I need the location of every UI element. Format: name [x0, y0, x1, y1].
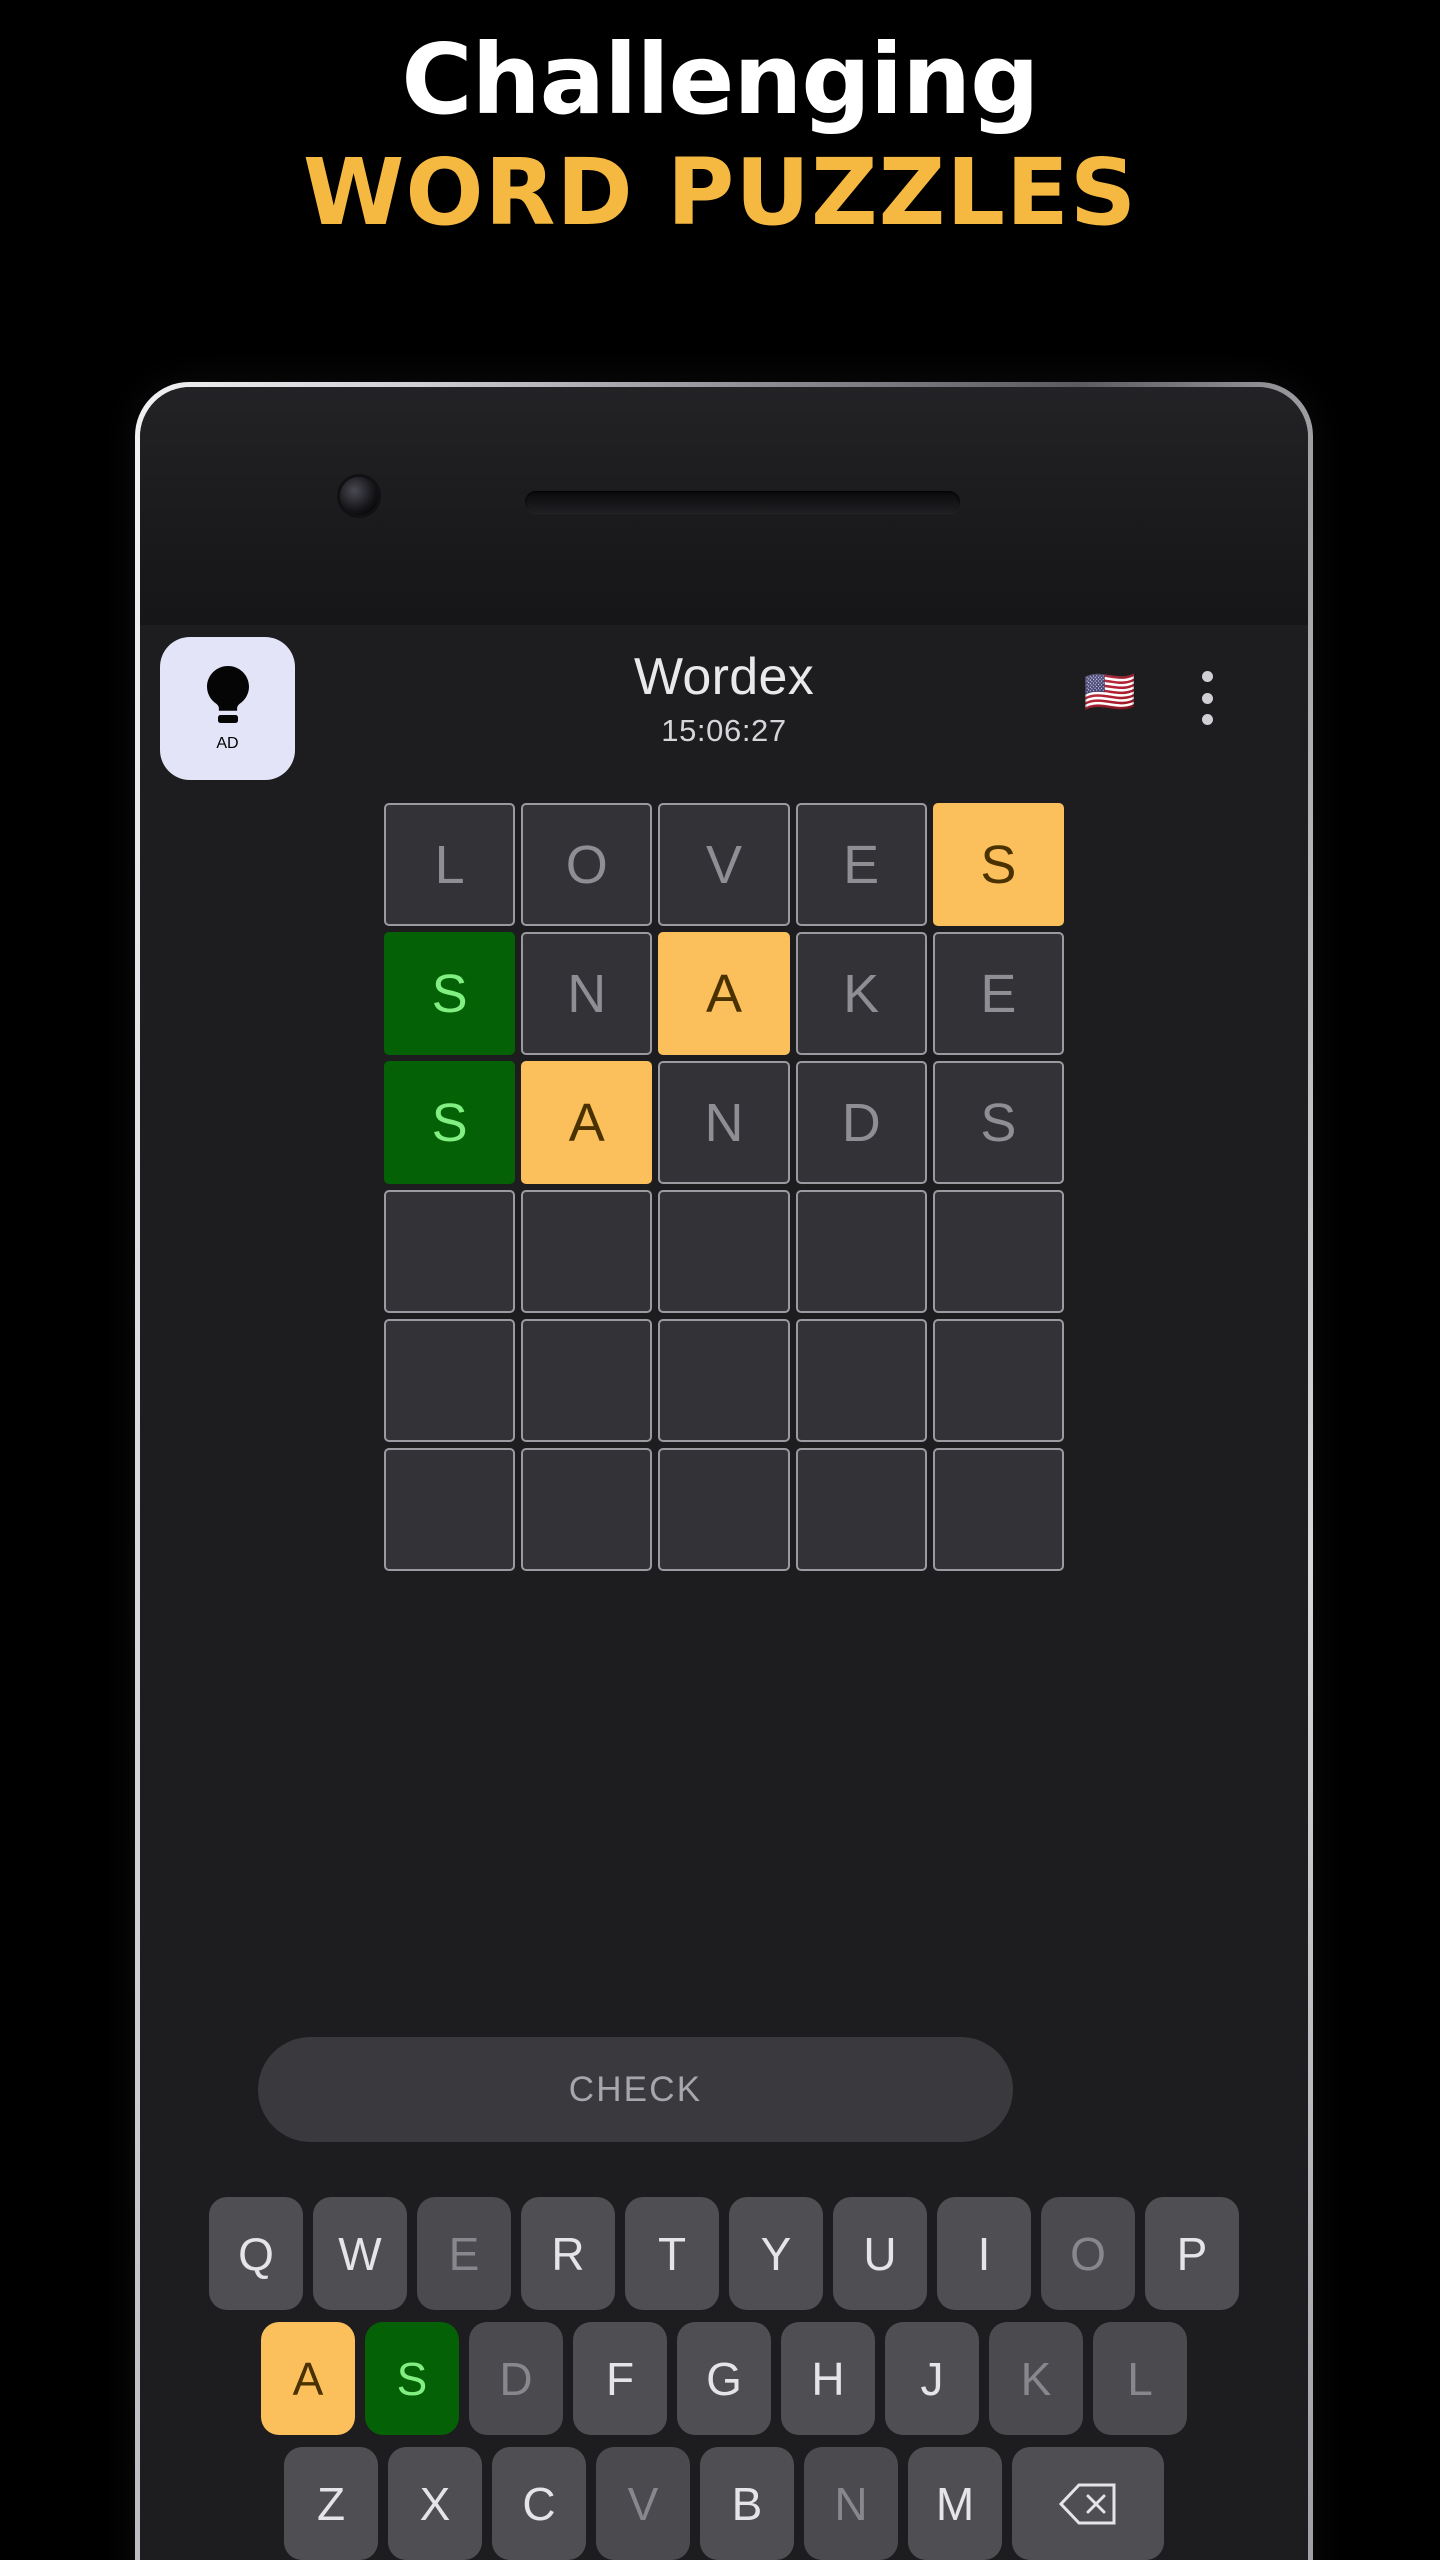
grid-tile-r2-c4: K [795, 932, 927, 1055]
grid-tile-r4-c5 [932, 1190, 1064, 1313]
phone-mockup: AD Wordex 15:06:27 🇺🇸 LOVESSNAKESANDS CH… [135, 382, 1313, 2560]
promo-headline-line2: WORD PUZZLES [302, 138, 1138, 246]
key-t[interactable]: T [625, 2197, 719, 2310]
ad-button-label: AD [216, 735, 239, 752]
grid-tile-r5-c2 [521, 1319, 653, 1442]
key-r[interactable]: R [521, 2197, 615, 2310]
key-f[interactable]: F [573, 2322, 667, 2435]
grid-tile-r3-c3: N [658, 1061, 790, 1184]
grid-tile-r2-c1: S [384, 932, 516, 1055]
key-c[interactable]: C [492, 2447, 586, 2560]
grid-tile-r5-c4 [795, 1319, 927, 1442]
grid-tile-r1-c2: O [521, 803, 653, 926]
key-p[interactable]: P [1145, 2197, 1239, 2310]
grid-tile-r4-c1 [384, 1190, 516, 1313]
app-header: AD Wordex 15:06:27 🇺🇸 [140, 625, 1308, 780]
backspace-icon[interactable] [1012, 2447, 1164, 2560]
grid-tile-r1-c5: S [932, 803, 1064, 926]
key-o[interactable]: O [1041, 2197, 1135, 2310]
key-g[interactable]: G [677, 2322, 771, 2435]
grid-tile-r1-c4: E [795, 803, 927, 926]
menu-dot [1201, 671, 1213, 682]
key-z[interactable]: Z [284, 2447, 378, 2560]
key-i[interactable]: I [937, 2197, 1031, 2310]
key-k[interactable]: K [989, 2322, 1083, 2435]
grid-tile-r5-c5 [932, 1319, 1064, 1442]
grid-tile-r1-c3: V [658, 803, 790, 926]
grid-tile-r1-c1: L [384, 803, 516, 926]
grid-tile-r6-c4 [795, 1448, 927, 1571]
key-s[interactable]: S [365, 2322, 459, 2435]
lightbulb-icon [202, 664, 254, 731]
phone-body: AD Wordex 15:06:27 🇺🇸 LOVESSNAKESANDS CH… [140, 387, 1308, 2560]
key-m[interactable]: M [908, 2447, 1002, 2560]
app-screen: AD Wordex 15:06:27 🇺🇸 LOVESSNAKESANDS CH… [140, 625, 1308, 2560]
key-l[interactable]: L [1093, 2322, 1187, 2435]
grid-tile-r3-c1: S [384, 1061, 516, 1184]
grid-tile-r3-c2: A [521, 1061, 653, 1184]
screenshot-root: Challenging WORD PUZZLES AD Wordex 15:06… [0, 0, 1440, 2560]
check-button[interactable]: CHECK [258, 2037, 1013, 2142]
key-w[interactable]: W [313, 2197, 407, 2310]
promo-headline: Challenging WORD PUZZLES [0, 0, 1440, 241]
keyboard-row-1: QWERTYUIOP [162, 2197, 1286, 2310]
on-screen-keyboard: QWERTYUIOP ASDFGHJKL ZXCVBNM [140, 2197, 1308, 2560]
front-camera-icon [340, 477, 378, 515]
grid-tile-r6-c1 [384, 1448, 516, 1571]
grid-tile-r6-c2 [521, 1448, 653, 1571]
language-flag-icon[interactable]: 🇺🇸 [1084, 671, 1136, 713]
key-d[interactable]: D [469, 2322, 563, 2435]
key-n[interactable]: N [804, 2447, 898, 2560]
grid-tile-r4-c4 [795, 1190, 927, 1313]
grid-tile-r5-c1 [384, 1319, 516, 1442]
menu-dot [1201, 714, 1213, 725]
key-x[interactable]: X [388, 2447, 482, 2560]
keyboard-row-3: ZXCVBNM [162, 2447, 1286, 2560]
grid-tile-r2-c5: E [932, 932, 1064, 1055]
earpiece-speaker [525, 491, 960, 513]
menu-dot [1201, 692, 1213, 704]
key-e[interactable]: E [417, 2197, 511, 2310]
grid-tile-r2-c3: A [658, 932, 790, 1055]
promo-headline-line1: Challenging [401, 23, 1039, 136]
game-timer: 15:06:27 [661, 713, 787, 748]
key-v[interactable]: V [596, 2447, 690, 2560]
grid-tile-r3-c5: S [932, 1061, 1064, 1184]
grid-tile-r5-c3 [658, 1319, 790, 1442]
key-q[interactable]: Q [209, 2197, 303, 2310]
key-h[interactable]: H [781, 2322, 875, 2435]
key-u[interactable]: U [833, 2197, 927, 2310]
grid-tile-r3-c4: D [795, 1061, 927, 1184]
key-j[interactable]: J [885, 2322, 979, 2435]
key-b[interactable]: B [700, 2447, 794, 2560]
key-a[interactable]: A [261, 2322, 355, 2435]
ad-hint-button[interactable]: AD [160, 637, 295, 780]
grid-tile-r4-c2 [521, 1190, 653, 1313]
word-grid: LOVESSNAKESANDS [384, 803, 1064, 1571]
grid-tile-r6-c3 [658, 1448, 790, 1571]
key-y[interactable]: Y [729, 2197, 823, 2310]
keyboard-row-2: ASDFGHJKL [162, 2322, 1286, 2435]
three-dots-vertical-icon[interactable] [1184, 669, 1230, 727]
grid-tile-r4-c3 [658, 1190, 790, 1313]
grid-tile-r2-c2: N [521, 932, 653, 1055]
phone-top-bezel [140, 387, 1308, 625]
grid-tile-r6-c5 [932, 1448, 1064, 1571]
